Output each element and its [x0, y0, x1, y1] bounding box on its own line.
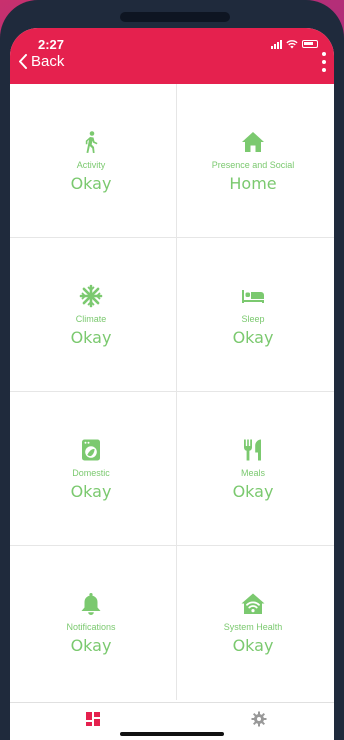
home-indicator[interactable]: [120, 732, 224, 736]
tile-climate[interactable]: Climate Okay: [10, 238, 172, 392]
device-notch: [120, 12, 230, 22]
tile-label: Meals: [240, 467, 265, 478]
tile-value: Home: [229, 173, 277, 193]
tile-value: Okay: [70, 635, 112, 655]
app-header: 2:27 Back: [10, 28, 334, 84]
tile-value: Okay: [232, 327, 274, 347]
chevron-left-icon: [19, 54, 27, 69]
walking-person-icon: [85, 130, 98, 153]
tile-value: Okay: [70, 327, 112, 347]
tile-value: Okay: [70, 173, 112, 193]
tile-value: Okay: [70, 481, 112, 501]
status-icons: [271, 39, 318, 49]
status-time: 2:27: [38, 37, 65, 52]
signal-icon: [271, 39, 282, 49]
tile-label: Climate: [75, 313, 107, 324]
wifi-icon: [286, 40, 298, 49]
dashboard-grid-icon[interactable]: [85, 711, 101, 727]
tile-label: Domestic: [72, 467, 110, 478]
tile-sleep[interactable]: Sleep Okay: [172, 238, 334, 392]
bell-icon: [81, 592, 101, 615]
bed-icon: [242, 289, 264, 303]
column-divider: [176, 84, 177, 700]
house-icon: [242, 131, 264, 152]
tile-domestic[interactable]: Domestic Okay: [10, 392, 172, 546]
tile-value: Okay: [232, 481, 274, 501]
tile-notifications[interactable]: Notifications Okay: [10, 546, 172, 700]
wifi-home-icon: [241, 593, 265, 614]
app-screen: 2:27 Back Activity Okay Presence and Soc…: [10, 28, 334, 740]
back-button[interactable]: Back: [18, 53, 64, 70]
back-label: Back: [31, 53, 65, 70]
tile-label: Notifications: [66, 621, 116, 632]
gear-icon[interactable]: [251, 711, 267, 727]
more-options-icon[interactable]: [320, 52, 328, 72]
battery-icon: [302, 40, 318, 48]
tile-value: Okay: [232, 635, 274, 655]
fork-knife-icon: [244, 439, 261, 460]
tile-label: Presence and Social: [211, 159, 295, 170]
phone-frame: 2:27 Back Activity Okay Presence and Soc…: [0, 0, 344, 740]
tile-activity[interactable]: Activity Okay: [10, 84, 172, 238]
snowflake-icon: [79, 284, 103, 307]
status-grid: Activity Okay Presence and Social Home C…: [10, 84, 334, 700]
tile-label: System Health: [223, 621, 283, 632]
tile-presence-and-social[interactable]: Presence and Social Home: [172, 84, 334, 238]
tile-label: Sleep: [241, 313, 265, 324]
tile-system-health[interactable]: System Health Okay: [172, 546, 334, 700]
tile-meals[interactable]: Meals Okay: [172, 392, 334, 546]
tile-label: Activity: [76, 159, 106, 170]
washing-machine-icon: [82, 439, 100, 460]
